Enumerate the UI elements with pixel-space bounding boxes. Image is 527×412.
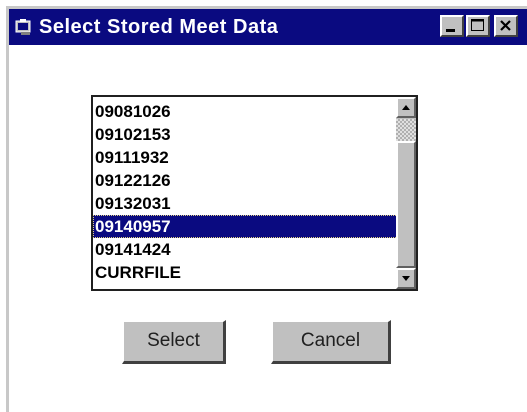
app-icon[interactable] — [15, 18, 33, 36]
list-item[interactable]: 09122126 — [93, 169, 398, 192]
select-button[interactable]: Select — [122, 320, 226, 364]
list-item[interactable]: CURRFILE — [93, 261, 398, 284]
vertical-scrollbar[interactable] — [396, 97, 416, 289]
maximize-button[interactable] — [466, 15, 490, 37]
arrow-down-icon — [402, 276, 410, 281]
scroll-thumb[interactable] — [396, 141, 416, 268]
list-item[interactable]: 09132031 — [93, 192, 398, 215]
window-title: Select Stored Meet Data — [39, 16, 279, 38]
scroll-up-button[interactable] — [396, 97, 416, 118]
list-item[interactable]: 09141424 — [93, 238, 398, 261]
list-item[interactable]: 09111932 — [93, 146, 398, 169]
close-button[interactable] — [494, 15, 518, 37]
scroll-down-button[interactable] — [396, 268, 416, 289]
stored-meet-listbox[interactable]: 09081026 09102153 09111932 09122126 0913… — [91, 95, 418, 291]
list-item-selected[interactable]: 09140957 — [93, 215, 398, 238]
close-icon — [500, 20, 511, 31]
list-item[interactable]: 09102153 — [93, 123, 398, 146]
scroll-track[interactable] — [396, 119, 416, 141]
arrow-up-icon — [402, 105, 410, 110]
screen: Select Stored Meet Data 09081026 0910215… — [0, 0, 527, 412]
list-item[interactable]: 09081026 — [93, 100, 398, 123]
dialog-window: Select Stored Meet Data 09081026 0910215… — [6, 6, 527, 412]
minimize-button[interactable] — [440, 15, 464, 37]
title-bar[interactable]: Select Stored Meet Data — [9, 9, 527, 45]
maximize-icon — [471, 19, 484, 31]
listbox-items: 09081026 09102153 09111932 09122126 0913… — [93, 100, 398, 284]
minimize-icon — [446, 29, 455, 32]
cancel-button[interactable]: Cancel — [271, 320, 391, 364]
